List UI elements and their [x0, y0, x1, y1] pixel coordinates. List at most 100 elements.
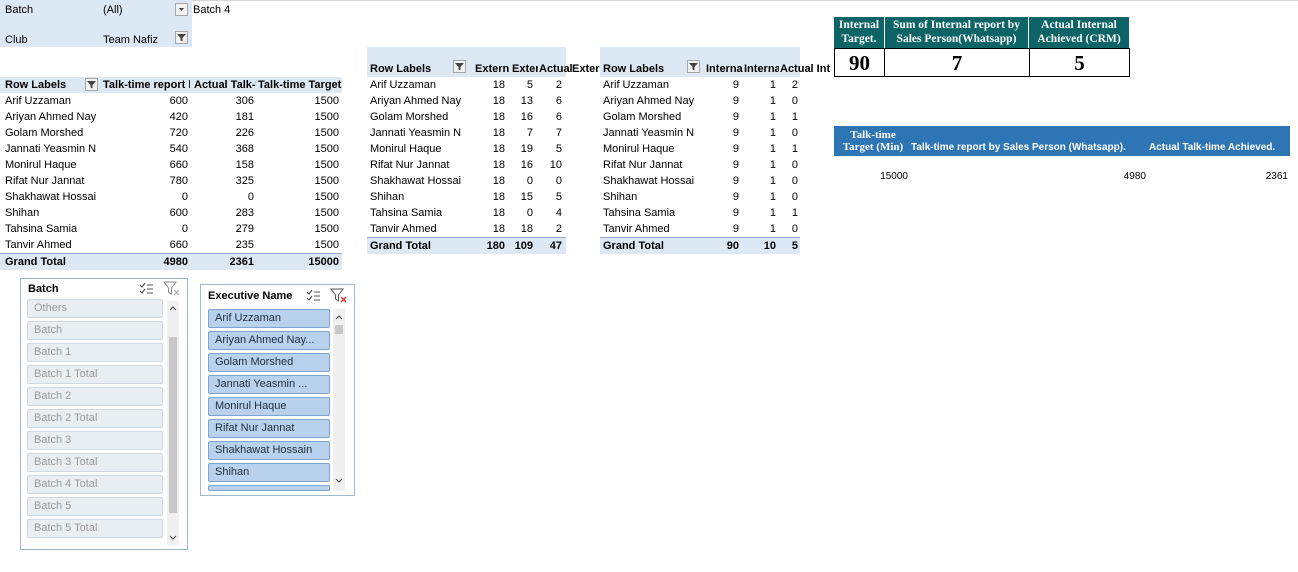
kpi-value-internal-target: 90: [834, 48, 885, 77]
table-row: Monirul Haque 660 158 1500: [0, 157, 342, 173]
scroll-down-icon[interactable]: [333, 476, 345, 486]
table-cell: 420: [169, 111, 188, 123]
col-header: Actual: [539, 63, 572, 75]
batch-scrollbar-thumb[interactable]: [169, 337, 177, 513]
table-cell: 0: [791, 191, 798, 203]
salesperson-name: Tanvir Ahmed: [370, 223, 437, 235]
table-cell: 1: [769, 111, 776, 123]
table-cell: 660: [169, 159, 188, 171]
slicer-item-batch[interactable]: Batch 1 Total: [27, 365, 163, 384]
filter-icon: [455, 63, 464, 71]
slicer-item-executive[interactable]: Monirul Haque: [208, 397, 330, 416]
multi-select-icon[interactable]: [305, 288, 321, 307]
salesperson-name: Jannati Yeasmin N: [5, 143, 97, 155]
table-row: Shakhawat Hossai 18 0 0: [367, 173, 566, 189]
slicer-item-batch[interactable]: Batch 5: [27, 497, 163, 516]
slicer-item-batch[interactable]: Batch 4 Total: [27, 475, 163, 494]
slicer-item-executive[interactable]: Arif Uzzaman: [208, 309, 330, 328]
scroll-up-icon[interactable]: [167, 303, 179, 313]
col-header: Extern: [475, 63, 509, 75]
clear-filter-icon[interactable]: [163, 281, 181, 300]
filter-batch-value[interactable]: (All): [103, 2, 173, 18]
slicer-item-batch[interactable]: Batch 3: [27, 431, 163, 450]
table-cell: 1: [791, 111, 798, 123]
col-header: Exter: [512, 63, 538, 75]
salesperson-name: Rifat Nur Jannat: [603, 159, 683, 171]
kpi-value-internal-achieved: 5: [1029, 48, 1130, 77]
slicer-item-batch[interactable]: Batch 2: [27, 387, 163, 406]
table-cell: 18: [492, 191, 505, 203]
slicer-item-batch[interactable]: Others: [27, 299, 163, 318]
table-cell: 1: [791, 143, 798, 155]
slicer-item-executive[interactable]: Shakhawat Hossain: [208, 441, 330, 460]
slicer-item-executive[interactable]: Ariyan Ahmed Nay...: [208, 331, 330, 350]
filter-club-value[interactable]: Team Nafiz: [103, 32, 173, 48]
table-row: Golam Morshed 9 1 1: [600, 109, 800, 125]
table-row: Rifat Nur Jannat 18 16 10: [367, 157, 566, 173]
table-cell: 18: [492, 143, 505, 155]
multi-select-icon[interactable]: [138, 281, 154, 300]
grand-total-value: 4980: [163, 256, 188, 268]
slicer-item-executive[interactable]: Jannati Yeasmin ...: [208, 375, 330, 394]
salesperson-name: Shihan: [5, 207, 40, 219]
row-labels-filter-button[interactable]: [687, 60, 700, 73]
table-cell: 1500: [314, 143, 339, 155]
kpi-value-internal-report: 7: [884, 48, 1030, 77]
table-cell: 181: [235, 111, 254, 123]
table-cell: 600: [169, 95, 188, 107]
batch-slicer-title: Batch: [28, 283, 59, 295]
row-labels-filter-button[interactable]: [85, 78, 98, 91]
table-cell: 5: [555, 143, 562, 155]
table-row: Jannati Yeasmin N 18 7 7: [367, 125, 566, 141]
slicer-item-executive[interactable]: Golam Morshed: [208, 353, 330, 372]
table-cell: 9: [732, 111, 739, 123]
slicer-item-batch[interactable]: Batch 2 Total: [27, 409, 163, 428]
clear-filter-icon[interactable]: [330, 288, 348, 307]
table-cell: 9: [732, 159, 739, 171]
grand-total-row: Grand Total 4980 2361 15000: [0, 253, 342, 270]
talktime-value-achieved: 2361: [1265, 171, 1288, 182]
slicer-item-batch[interactable]: Batch 3 Total: [27, 453, 163, 472]
grand-total-label: Grand Total: [370, 240, 431, 252]
talktime-header-report: Talk-time report by Sales Person (Whatsa…: [911, 142, 1126, 153]
table-row: Shihan 600 283 1500: [0, 205, 342, 221]
executive-slicer-scrollbar[interactable]: [333, 309, 345, 491]
col-header: Talk-time report b: [103, 79, 190, 91]
table-row: Golam Morshed 720 226 1500: [0, 125, 342, 141]
salesperson-name: Tahsina Samia: [370, 207, 443, 219]
salesperson-name: Ariyan Ahmed Nay: [603, 95, 695, 107]
filter-club-dropdown[interactable]: [175, 31, 188, 44]
table-row: Ariyan Ahmed Nay 9 1 0: [600, 93, 800, 109]
table-cell: 9: [732, 175, 739, 187]
slicer-item-batch[interactable]: Batch 1: [27, 343, 163, 362]
slicer-item-executive[interactable]: Shihan: [208, 463, 330, 482]
slicer-item-batch[interactable]: Batch: [27, 321, 163, 340]
slicer-item-partial[interactable]: [208, 485, 330, 491]
scroll-down-icon[interactable]: [167, 533, 179, 543]
row-labels-filter-button[interactable]: [453, 60, 466, 73]
table-row: Shihan 18 15 5: [367, 189, 566, 205]
salesperson-name: Golam Morshed: [603, 111, 682, 123]
table-cell: 283: [235, 207, 254, 219]
grand-total-value: 47: [549, 240, 562, 252]
table-row: Shakhawat Hossai 0 0 1500: [0, 189, 342, 205]
salesperson-name: Golam Morshed: [5, 127, 84, 139]
scroll-up-icon[interactable]: [333, 312, 345, 322]
pivot-external: Row Labels Extern Exter Actual Exter Ari…: [367, 47, 600, 254]
table-cell: 5: [555, 191, 562, 203]
filter-batch-dropdown[interactable]: [175, 3, 188, 16]
executive-scrollbar-thumb[interactable]: [335, 325, 343, 334]
salesperson-name: Rifat Nur Jannat: [5, 175, 85, 187]
grand-total-value: 15000: [308, 256, 339, 268]
table-cell: 1: [769, 143, 776, 155]
table-cell: 1: [769, 159, 776, 171]
row-labels-header: Row Labels: [5, 79, 67, 91]
salesperson-name: Monirul Haque: [370, 143, 442, 155]
slicer-item-executive[interactable]: Rifat Nur Jannat: [208, 419, 330, 438]
table-cell: 0: [791, 127, 798, 139]
salesperson-name: Jannati Yeasmin N: [370, 127, 462, 139]
slicer-item-batch[interactable]: Batch 5 Total: [27, 519, 163, 538]
table-cell: 306: [235, 95, 254, 107]
grand-total-label: Grand Total: [603, 240, 664, 252]
filter-icon: [689, 63, 698, 71]
